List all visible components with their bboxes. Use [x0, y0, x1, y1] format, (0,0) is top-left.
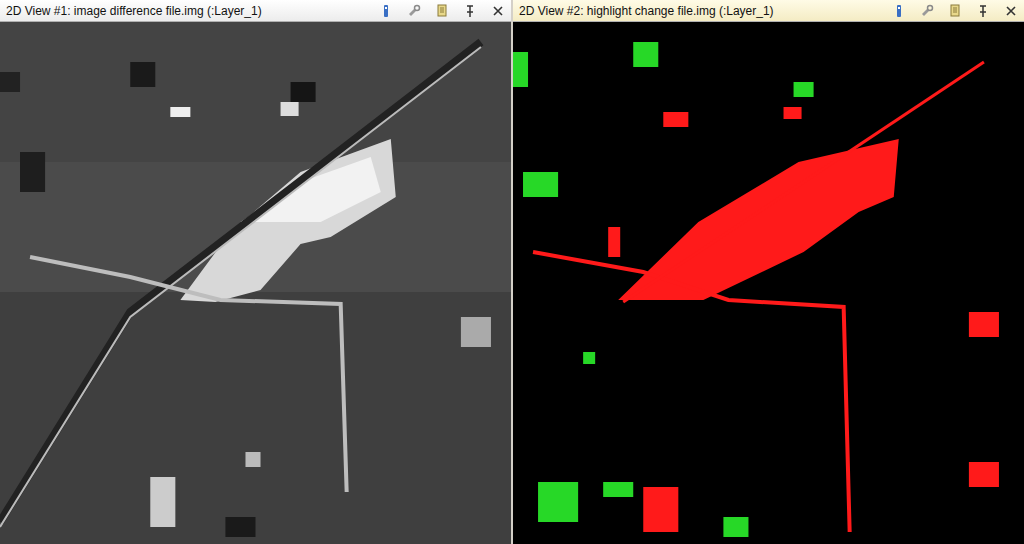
sync-icon[interactable]	[435, 4, 449, 18]
sync-icon[interactable]	[948, 4, 962, 18]
view-titlebar[interactable]: 2D View #2: highlight change file.img (:…	[513, 0, 1024, 22]
view-title: 2D View #1: image difference file.img (:…	[6, 4, 262, 18]
view-tools	[371, 4, 505, 18]
viewer-workspace: 2D View #1: image difference file.img (:…	[0, 0, 1024, 544]
difference-image	[0, 22, 511, 544]
tools-icon[interactable]	[920, 4, 934, 18]
pin-icon[interactable]	[976, 4, 990, 18]
close-icon[interactable]	[491, 4, 505, 18]
close-icon[interactable]	[1004, 4, 1018, 18]
tools-icon[interactable]	[407, 4, 421, 18]
view-panel[interactable]: 2D View #1: image difference file.img (:…	[0, 0, 511, 544]
image-canvas[interactable]	[0, 22, 511, 544]
view-title: 2D View #2: highlight change file.img (:…	[519, 4, 774, 18]
image-canvas[interactable]	[513, 22, 1024, 544]
view-panel[interactable]: 2D View #2: highlight change file.img (:…	[513, 0, 1024, 544]
view-tools	[884, 4, 1018, 18]
info-icon[interactable]	[379, 4, 393, 18]
pin-icon[interactable]	[463, 4, 477, 18]
info-icon[interactable]	[892, 4, 906, 18]
view-titlebar[interactable]: 2D View #1: image difference file.img (:…	[0, 0, 511, 22]
change-image	[513, 22, 1024, 544]
